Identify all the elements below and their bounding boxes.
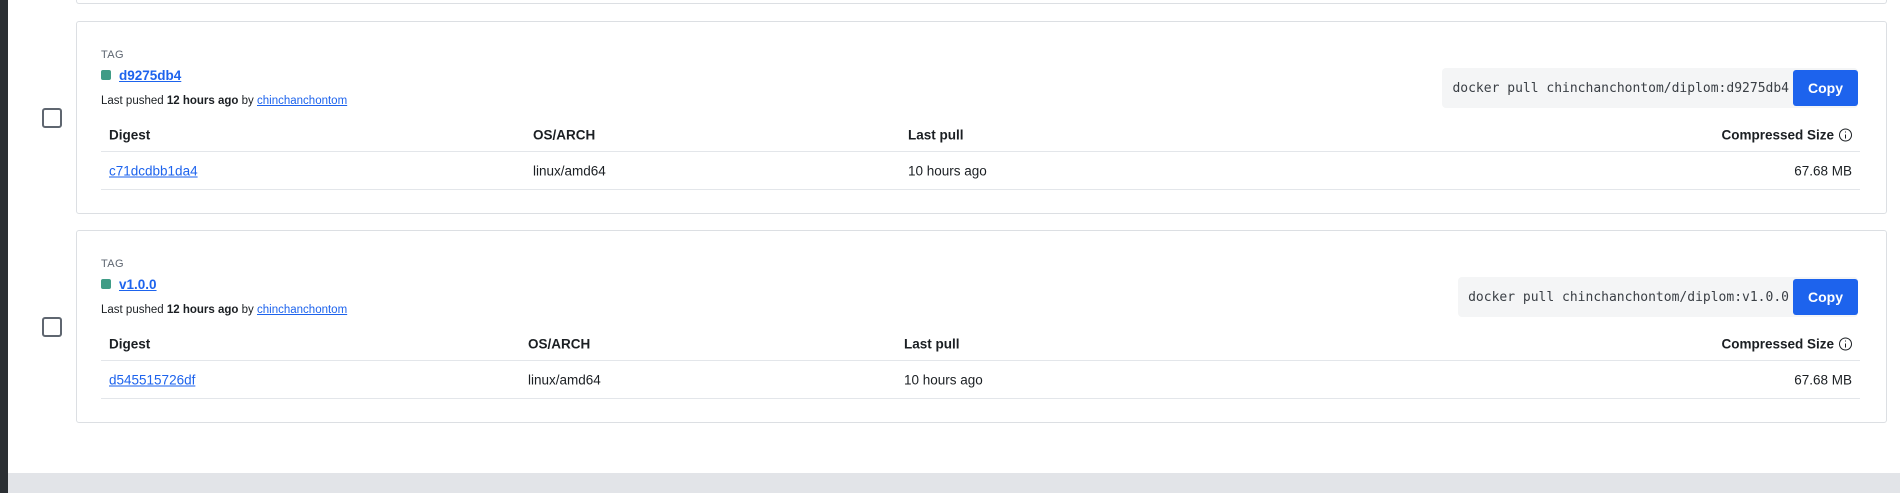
pushed-by-user-link[interactable]: chinchanchontom (257, 304, 347, 316)
status-square-icon (101, 70, 111, 80)
tag-name-row: d9275db4 (101, 67, 181, 83)
os-arch-value: linux/amd64 (528, 372, 601, 387)
os-arch-value: linux/amd64 (533, 163, 606, 178)
compressed-size-value: 67.68 MB (1794, 372, 1852, 387)
header-last-pull: Last pull (908, 127, 964, 142)
copy-button[interactable]: Copy (1793, 70, 1858, 106)
digest-table-header: Digest OS/ARCH Last pull Compressed Size (101, 327, 1860, 361)
header-size-label: Compressed Size (1721, 336, 1834, 351)
left-rail (0, 0, 8, 493)
digest-table: Digest OS/ARCH Last pull Compressed Size… (101, 327, 1860, 399)
table-row: c71dcdbb1da4 linux/amd64 10 hours ago 67… (101, 152, 1860, 190)
tag-name-row: v1.0.0 (101, 276, 157, 292)
pushed-prefix: Last pushed (101, 304, 164, 316)
pull-command-text: docker pull chinchanchontom/diplom:d9275… (1452, 80, 1789, 96)
copy-button[interactable]: Copy (1793, 279, 1858, 315)
digest-table: Digest OS/ARCH Last pull Compressed Size… (101, 118, 1860, 190)
header-compressed-size: Compressed Size (1721, 127, 1852, 142)
header-digest: Digest (109, 127, 151, 142)
pushed-time: 12 hours ago (166, 95, 239, 107)
tag-block: TAG v1.0.0 Last pushed 12 hours ago by c… (42, 230, 1887, 423)
header-size-label: Compressed Size (1721, 127, 1834, 142)
pull-command-box: docker pull chinchanchontom/diplom:d9275… (1442, 68, 1858, 108)
tag-name-link[interactable]: d9275db4 (119, 68, 181, 83)
pull-command-text: docker pull chinchanchontom/diplom:v1.0.… (1468, 289, 1789, 305)
table-row: d545515726df linux/amd64 10 hours ago 67… (101, 361, 1860, 399)
digest-link[interactable]: d545515726df (109, 372, 195, 387)
pushed-by-user-link[interactable]: chinchanchontom (257, 95, 347, 107)
tag-block: TAG d9275db4 Last pushed 12 hours ago by… (42, 21, 1887, 214)
info-circle-icon[interactable] (1839, 337, 1852, 350)
header-digest: Digest (109, 336, 151, 351)
previous-tag-card-edge (76, 0, 1887, 4)
pushed-prefix: Last pushed (101, 95, 164, 107)
status-square-icon (101, 279, 111, 289)
header-last-pull: Last pull (904, 336, 960, 351)
info-circle-icon[interactable] (1839, 128, 1852, 141)
pushed-by-word: by (241, 304, 254, 316)
tag-card: TAG v1.0.0 Last pushed 12 hours ago by c… (76, 230, 1887, 423)
header-compressed-size: Compressed Size (1721, 336, 1852, 351)
digest-link[interactable]: c71dcdbb1da4 (109, 163, 198, 178)
last-pushed-info: Last pushed 12 hours ago by chinchanchon… (101, 95, 347, 107)
tag-card: TAG d9275db4 Last pushed 12 hours ago by… (76, 21, 1887, 214)
last-pushed-info: Last pushed 12 hours ago by chinchanchon… (101, 304, 347, 316)
tag-select-checkbox[interactable] (42, 317, 62, 337)
tag-name-link[interactable]: v1.0.0 (119, 277, 157, 292)
tag-section-label: TAG (101, 258, 124, 270)
tag-select-checkbox[interactable] (42, 108, 62, 128)
tag-section-label: TAG (101, 49, 124, 61)
last-pull-value: 10 hours ago (908, 163, 987, 178)
last-pull-value: 10 hours ago (904, 372, 983, 387)
digest-table-header: Digest OS/ARCH Last pull Compressed Size (101, 118, 1860, 152)
header-os-arch: OS/ARCH (533, 127, 596, 142)
pushed-by-word: by (241, 95, 254, 107)
compressed-size-value: 67.68 MB (1794, 163, 1852, 178)
pushed-time: 12 hours ago (166, 304, 239, 316)
header-os-arch: OS/ARCH (528, 336, 591, 351)
footer-band (8, 473, 1900, 493)
pull-command-box: docker pull chinchanchontom/diplom:v1.0.… (1458, 277, 1858, 317)
